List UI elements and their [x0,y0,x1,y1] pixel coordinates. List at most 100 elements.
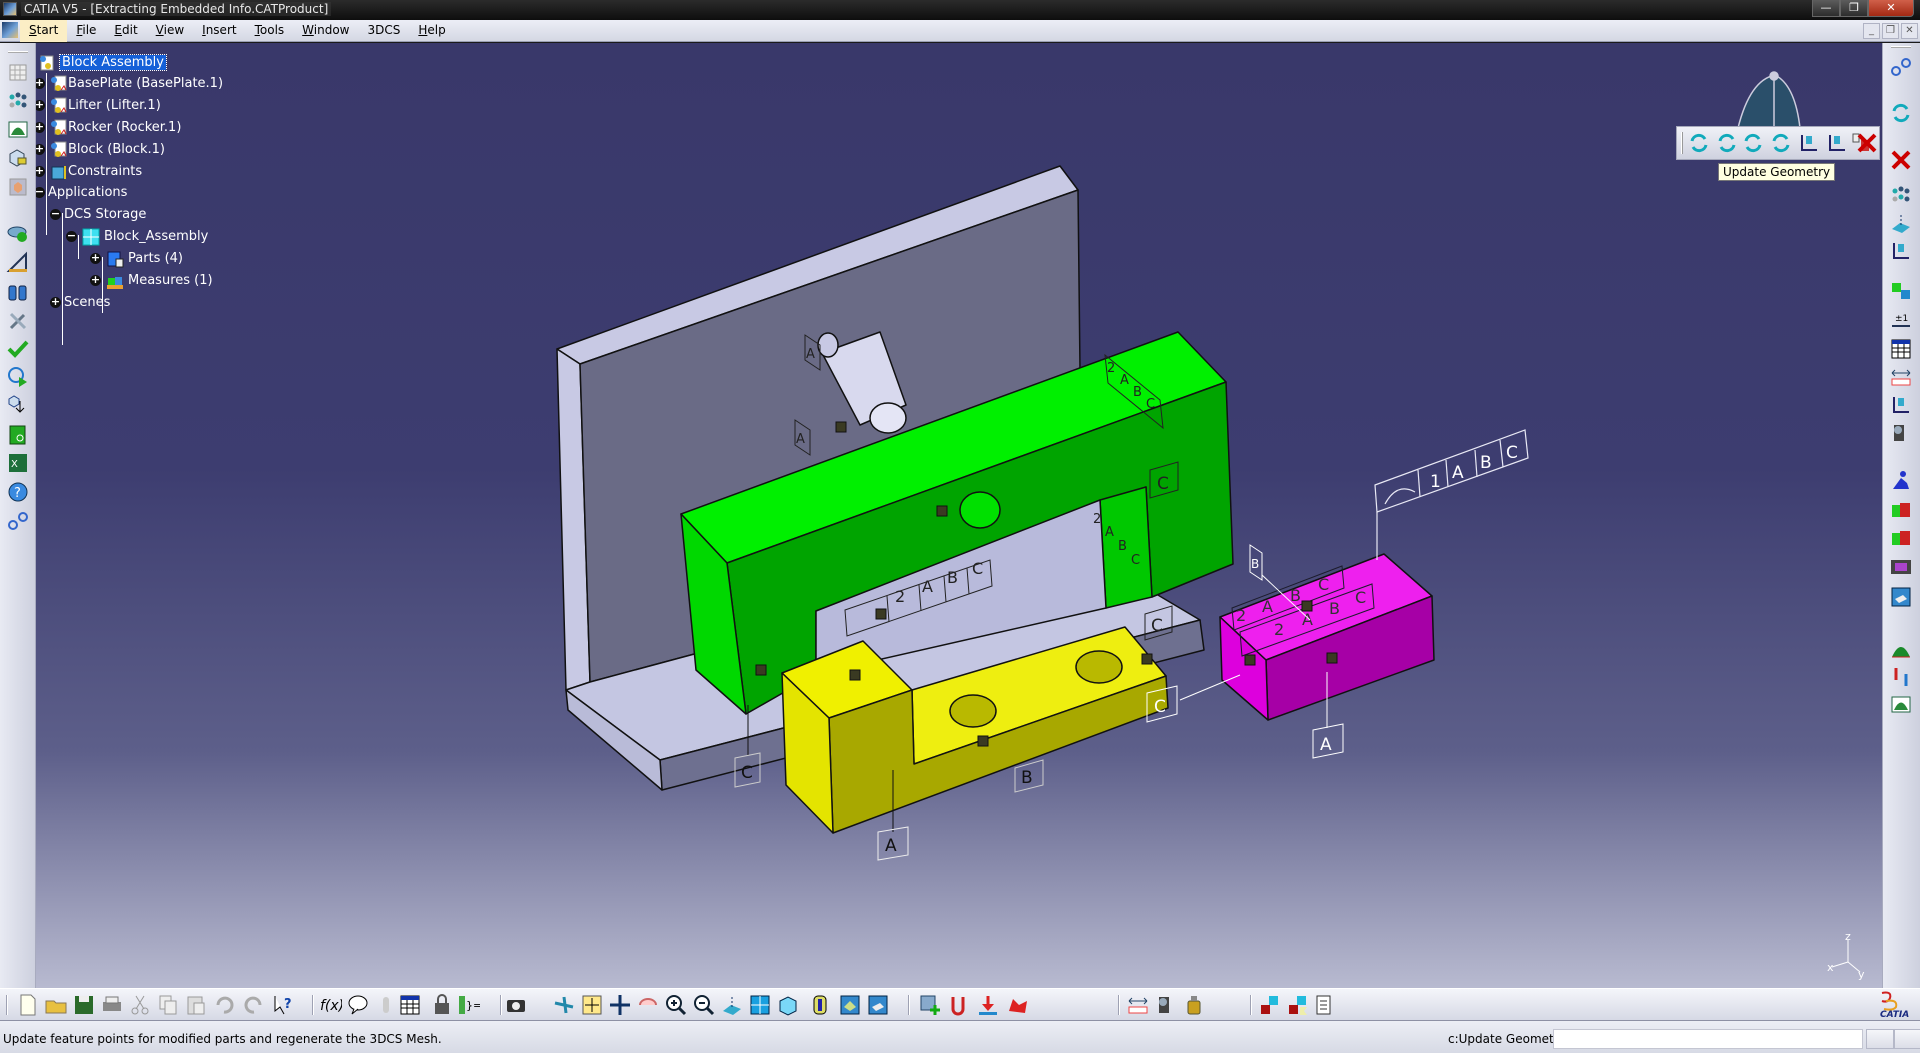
feature-points-icon[interactable] [6,89,30,113]
tree-root-label[interactable]: Block Assembly [59,54,167,71]
add-grid-icon[interactable] [918,993,942,1017]
assembly-box-icon[interactable] [6,175,30,199]
pin-axes-icon[interactable] [1797,131,1821,155]
constraint-icon[interactable] [1889,393,1913,417]
simulate-icon[interactable] [6,365,30,389]
part-tag-icon[interactable] [6,146,30,170]
tree-node-parts[interactable]: + Parts (4) [90,249,185,269]
menu-insert[interactable]: Insert [193,20,245,42]
rotate-axes-icon[interactable] [1825,131,1849,155]
command-input[interactable] [1553,1029,1863,1049]
tree-node-constraints[interactable]: + Constraints [34,162,144,182]
measure-inertia-icon[interactable] [1182,993,1206,1017]
points-list-icon[interactable] [1889,183,1913,207]
expand-icon[interactable]: + [50,296,61,308]
minimize-button[interactable]: — [1812,0,1840,17]
operator-icon[interactable] [1889,469,1913,493]
tree-node-measures[interactable]: + Measures (1) [90,271,215,291]
analysis-chart-icon[interactable] [6,118,30,142]
part-group-icon[interactable] [1889,527,1913,551]
zoom-in-icon[interactable] [664,993,688,1017]
status-button-2[interactable] [1894,1029,1920,1049]
tree-node-block-assembly[interactable]: − Block_Assembly [66,227,210,247]
links-icon[interactable] [1889,55,1913,79]
menu-start[interactable]: Start [20,20,68,42]
copy-icon[interactable] [156,993,180,1017]
import-icon[interactable] [6,393,30,417]
tree-node-lifter[interactable]: + Lifter (Lifter.1) [34,96,163,116]
formula-icon[interactable]: f(x) [318,993,344,1017]
tree-root[interactable]: Block Assembly [40,53,167,73]
print-icon[interactable] [100,993,124,1017]
group-icon[interactable] [1889,499,1913,523]
check-icon[interactable] [6,337,30,361]
swap-visible-icon[interactable] [866,993,890,1017]
drop-icon[interactable] [976,993,1000,1017]
tree-node-dcs-storage[interactable]: − DCS Storage [50,205,148,225]
toolbar-grip[interactable] [8,51,28,53]
normal-view-icon[interactable] [720,993,744,1017]
swap-parts-icon[interactable] [1258,993,1282,1017]
doc-minimize-button[interactable]: _ [1863,23,1880,39]
move-icon[interactable] [1889,279,1913,303]
datum-icon[interactable] [1889,211,1913,235]
compass-icon[interactable] [1737,71,1801,129]
toolbar-grip[interactable] [1891,46,1911,48]
menu-tools[interactable]: Tools [246,20,294,42]
doc-restore-button[interactable]: ❐ [1882,23,1899,39]
assembly-model[interactable]: 1 A B C 2 A B C 2 A B C 2 A B C 2 A B C … [36,43,1882,988]
capture-icon[interactable] [504,993,528,1017]
parameters-icon[interactable]: }= [456,993,482,1017]
3d-viewport[interactable]: 1 A B C 2 A B C 2 A B C 2 A B C 2 A B C … [36,43,1882,988]
help-icon[interactable]: ? [6,480,30,504]
sensitivity-icon[interactable] [1889,665,1913,689]
gdt-icon[interactable] [1889,337,1913,361]
multi-view-icon[interactable] [748,993,772,1017]
toolbar-grip[interactable] [1681,132,1683,154]
hide-show-icon[interactable] [838,993,862,1017]
update-icon[interactable] [1889,101,1913,125]
lock-icon[interactable] [430,993,454,1017]
spec-list-icon[interactable] [1314,993,1338,1017]
tolerance-icon[interactable] [6,251,30,275]
update-tree-icon[interactable] [1687,131,1711,155]
close-3dcs-icon[interactable] [1889,148,1913,172]
menu-help[interactable]: Help [409,20,454,42]
status-button-1[interactable] [1866,1029,1894,1049]
sweep-icon[interactable] [1889,585,1913,609]
snap-icon[interactable] [946,993,970,1017]
catia-app-icon[interactable] [3,2,17,16]
cut-icon[interactable] [128,993,152,1017]
iso-view-icon[interactable] [776,993,800,1017]
results-icon[interactable] [1889,693,1913,717]
swap-assembly-icon[interactable] [1286,993,1310,1017]
update-geometry-icon[interactable] [1715,131,1739,155]
rotate-icon[interactable] [636,993,660,1017]
doc-close-button[interactable]: ✕ [1901,23,1918,39]
fit-all-icon[interactable] [580,993,604,1017]
deviation-icon[interactable] [1006,993,1030,1017]
update-mesh-icon[interactable] [1769,131,1793,155]
close-toolbar-icon[interactable] [1855,131,1879,155]
sensor-icon[interactable] [374,993,398,1017]
fly-mode-icon[interactable] [552,993,576,1017]
redo-icon[interactable] [242,993,266,1017]
whats-this-icon[interactable]: ? [272,993,296,1017]
report-icon[interactable] [6,423,30,447]
dimension-icon[interactable]: ±1 [1889,309,1913,333]
expand-icon[interactable]: + [90,252,101,264]
update-features-icon[interactable] [1741,131,1765,155]
measure-between-icon[interactable] [1126,993,1150,1017]
expand-icon[interactable]: + [90,274,101,286]
histogram-icon[interactable] [1889,637,1913,661]
document-icon[interactable] [2,22,18,38]
collapse-icon[interactable]: − [50,208,61,220]
open-icon[interactable] [44,993,68,1017]
measure-icon[interactable] [1889,365,1913,389]
close-button[interactable]: ✕ [1868,0,1914,17]
collapse-icon[interactable]: − [66,230,77,242]
mesh-icon[interactable] [6,60,30,84]
tree-node-baseplate[interactable]: + BasePlate (BasePlate.1) [34,74,225,94]
fcf-top-right[interactable]: 1 A B C [1374,429,1529,560]
undo-icon[interactable] [212,993,236,1017]
